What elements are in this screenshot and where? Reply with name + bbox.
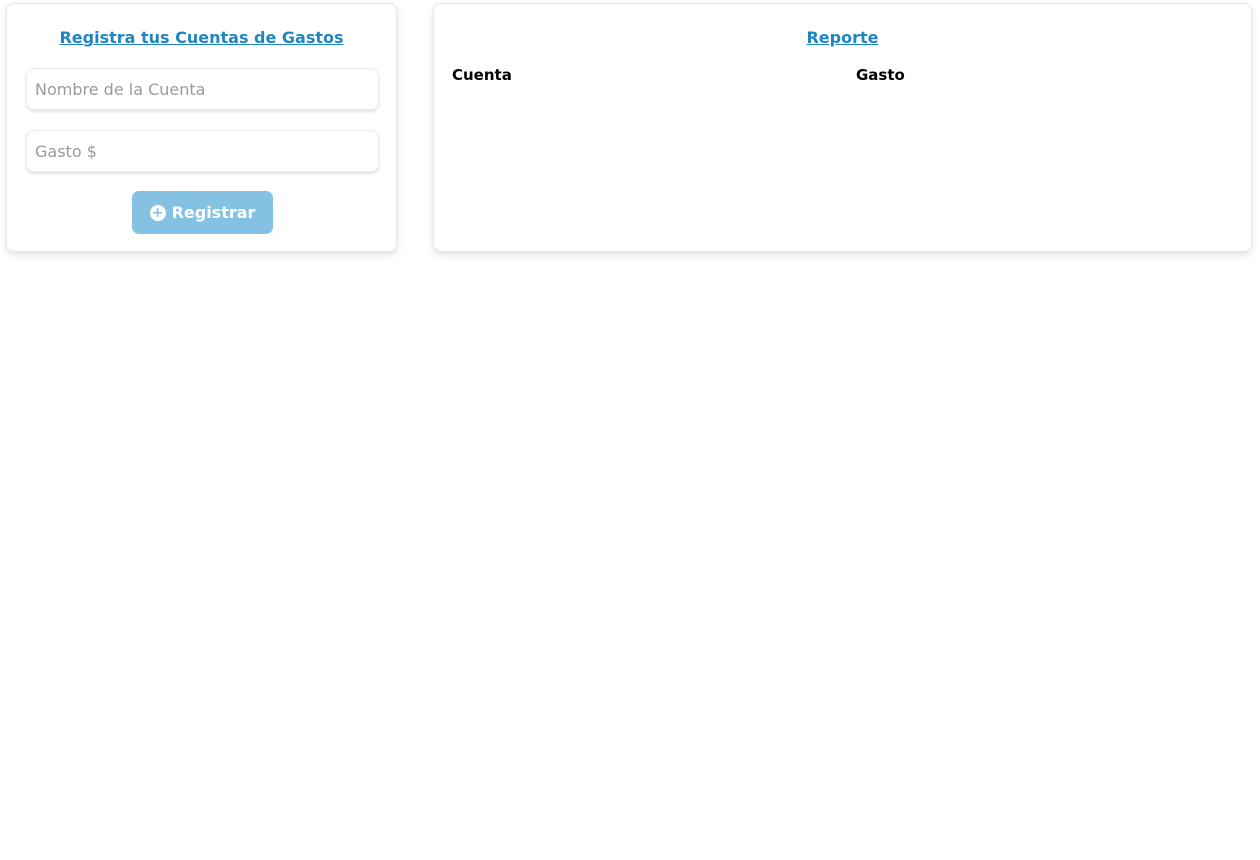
form-title: Registra tus Cuentas de Gastos: [59, 28, 344, 47]
account-name-input[interactable]: [26, 68, 379, 110]
register-button[interactable]: + Registrar: [132, 191, 273, 234]
column-header-gasto: Gasto: [856, 66, 905, 84]
expense-form-card: Registra tus Cuentas de Gastos + Registr…: [6, 3, 397, 252]
page: Registra tus Cuentas de Gastos + Registr…: [0, 0, 1260, 860]
report-card: Reporte Cuenta Gasto: [433, 3, 1252, 252]
register-button-label: Registrar: [171, 203, 256, 222]
column-header-cuenta: Cuenta: [452, 66, 512, 84]
expense-input[interactable]: [26, 130, 379, 172]
report-title: Reporte: [806, 28, 879, 47]
plus-circle-icon: +: [149, 204, 166, 221]
